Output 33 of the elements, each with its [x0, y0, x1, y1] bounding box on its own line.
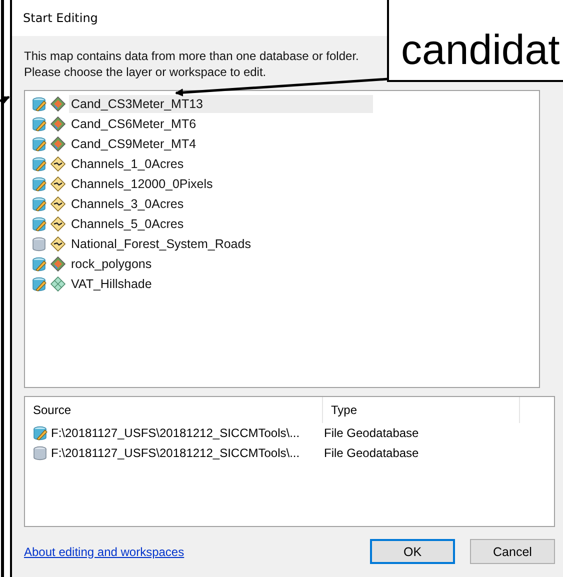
layer-item[interactable]: Cand_CS9Meter_MT4 — [69, 135, 198, 153]
message-text: This map contains data from more than one database or folder. — [24, 48, 359, 64]
polygon-layer-icon — [50, 96, 66, 112]
cancel-button[interactable]: Cancel — [470, 539, 555, 564]
layer-item[interactable]: Cand_CS6Meter_MT6 — [69, 115, 198, 133]
line-layer-icon — [50, 196, 66, 212]
column-header[interactable]: Type — [323, 397, 520, 423]
table-cell: File Geodatabase — [324, 426, 419, 440]
layer-item[interactable]: Channels_12000_0Pixels — [69, 175, 215, 193]
help-link[interactable]: About editing and workspaces — [24, 544, 184, 558]
line-layer-icon — [50, 216, 66, 232]
layer-item[interactable]: National_Forest_System_Roads — [69, 235, 253, 253]
polygon-layer-icon — [50, 256, 66, 272]
polygon-layer-icon — [50, 136, 66, 152]
column-header[interactable]: Source — [25, 397, 323, 423]
table-cell-text: F:\20181127_USFS\20181212_SICCMTools\... — [51, 426, 301, 440]
callout-text: candidat — [401, 28, 560, 72]
layer-item[interactable]: Cand_CS3Meter_MT13 — [69, 95, 373, 113]
line-layer-icon — [50, 156, 66, 172]
raster-layer-icon — [50, 276, 66, 292]
layer-item[interactable]: rock_polygons — [69, 255, 154, 273]
polygon-layer-icon — [50, 116, 66, 132]
table-cell-text: F:\20181127_USFS\20181212_SICCMTools\... — [51, 446, 301, 460]
ok-button[interactable]: OK — [370, 539, 455, 564]
line-layer-icon — [50, 176, 66, 192]
layer-item[interactable]: Channels_5_0Acres — [69, 215, 186, 233]
layer-item[interactable]: Channels_1_0Acres — [69, 155, 186, 173]
layer-item[interactable]: Channels_3_0Acres — [69, 195, 186, 213]
table-cell: File Geodatabase — [324, 446, 419, 460]
layer-item[interactable]: VAT_Hillshade — [69, 275, 154, 293]
message-text: Please choose the layer or workspace to edit. — [24, 64, 266, 80]
line-layer-icon — [50, 236, 66, 252]
window-title: Start Editing — [23, 11, 98, 25]
